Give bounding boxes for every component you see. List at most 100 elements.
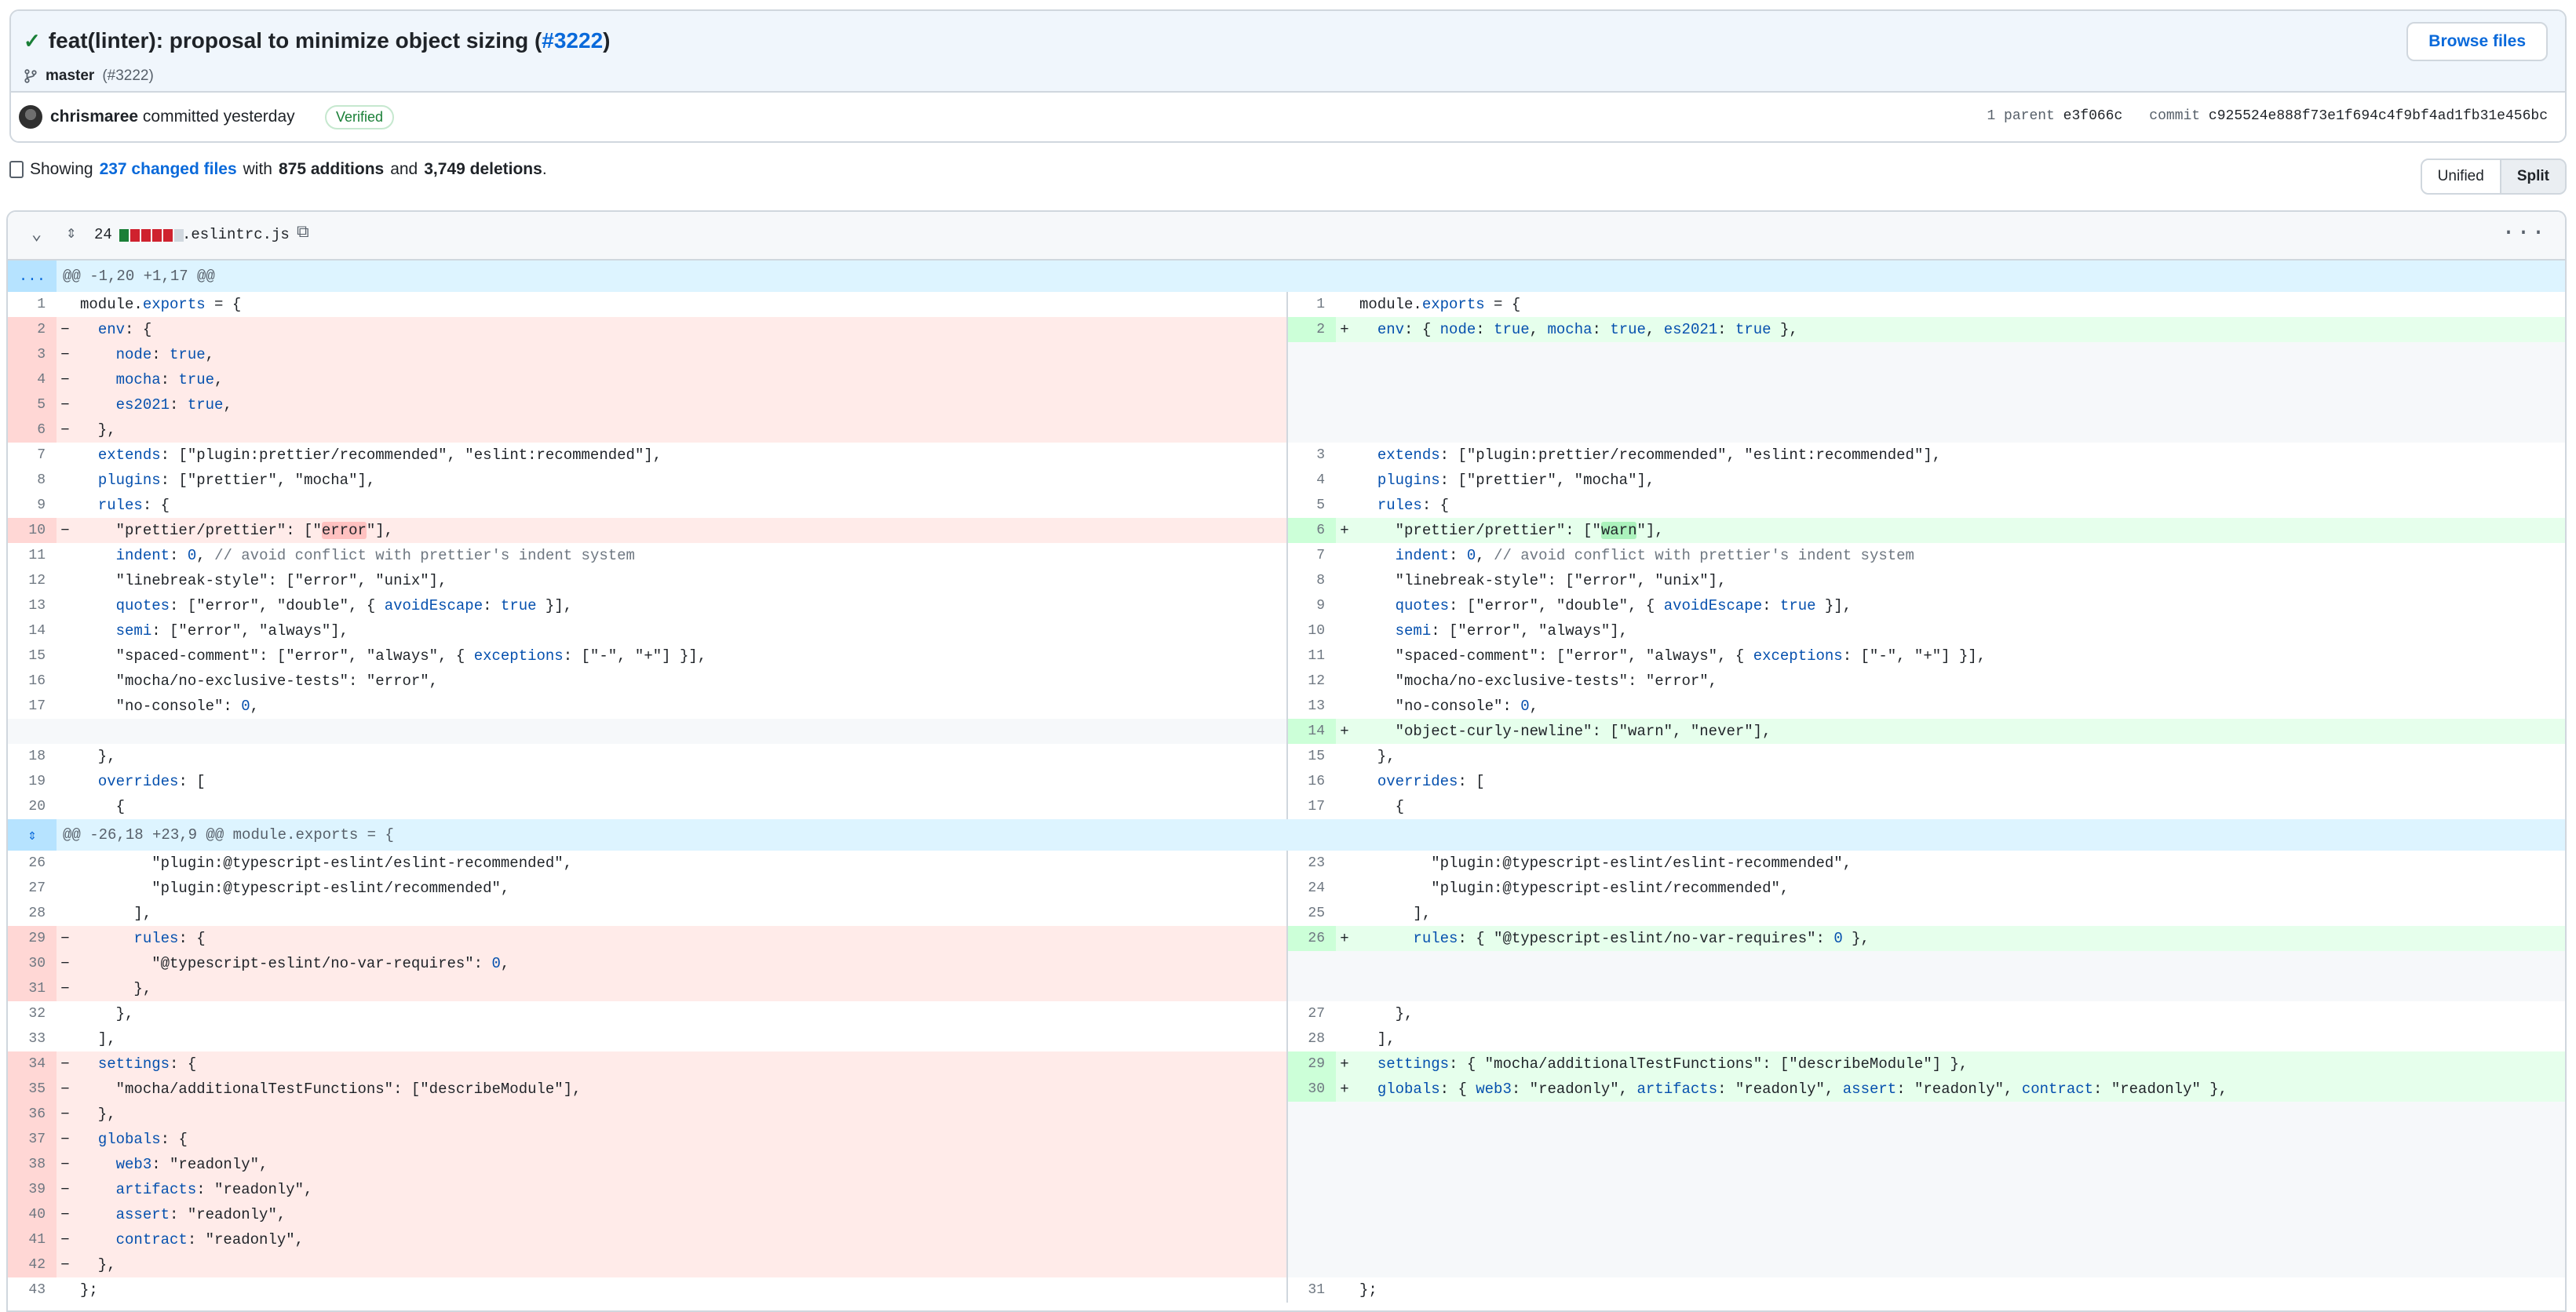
right-line-number[interactable]: 17 (1287, 794, 1336, 819)
right-line-number[interactable]: 30 (1287, 1077, 1336, 1102)
left-line-number[interactable]: 15 (8, 643, 57, 669)
right-line-number[interactable]: 5 (1287, 493, 1336, 518)
author-name[interactable]: chrismaree (50, 108, 138, 126)
right-line-number[interactable]: 15 (1287, 744, 1336, 769)
left-line-number[interactable]: 16 (8, 669, 57, 694)
right-line-number[interactable]: 2 (1287, 317, 1336, 342)
file-name[interactable]: .eslintrc.js (182, 226, 290, 243)
commit-info: commit c925524e888f73e1f694c4f9bf4ad1fb3… (2149, 108, 2548, 124)
left-line-number[interactable]: 2 (8, 317, 57, 342)
left-line-number[interactable]: 18 (8, 744, 57, 769)
left-line-number[interactable]: 19 (8, 769, 57, 794)
right-line-number[interactable] (1287, 976, 1336, 1001)
left-line-number[interactable]: 5 (8, 392, 57, 417)
right-line-number[interactable]: 4 (1287, 468, 1336, 493)
right-line-number[interactable] (1287, 1227, 1336, 1252)
copy-icon[interactable]: ⧉ (297, 223, 309, 242)
split-view-button[interactable]: Split (2499, 160, 2565, 193)
left-line-number[interactable]: 27 (8, 876, 57, 901)
left-line-number[interactable]: 7 (8, 443, 57, 468)
left-line-number[interactable]: 6 (8, 417, 57, 443)
right-line-number[interactable]: 31 (1287, 1277, 1336, 1303)
left-line-number[interactable]: 9 (8, 493, 57, 518)
right-line-number[interactable] (1287, 951, 1336, 976)
left-line-number[interactable]: 11 (8, 543, 57, 568)
right-line-number[interactable]: 7 (1287, 543, 1336, 568)
left-line-number[interactable]: 8 (8, 468, 57, 493)
changed-files-link[interactable]: 237 changed files (100, 160, 237, 179)
left-line-number[interactable]: 33 (8, 1026, 57, 1051)
left-code-line: }, (74, 1252, 1288, 1277)
left-line-number[interactable]: 39 (8, 1177, 57, 1202)
right-line-number[interactable] (1287, 1152, 1336, 1177)
right-line-number[interactable]: 9 (1287, 593, 1336, 618)
left-line-number[interactable]: 40 (8, 1202, 57, 1227)
left-line-number[interactable]: 28 (8, 901, 57, 926)
right-line-number[interactable] (1287, 1202, 1336, 1227)
right-line-number[interactable]: 27 (1287, 1001, 1336, 1026)
left-line-number[interactable]: 30 (8, 951, 57, 976)
left-line-number[interactable] (8, 719, 57, 744)
left-line-number[interactable]: 36 (8, 1102, 57, 1127)
right-line-number[interactable]: 26 (1287, 926, 1336, 951)
right-line-number[interactable]: 6 (1287, 518, 1336, 543)
ellipsis-icon[interactable]: ... (8, 261, 57, 292)
expand-icon[interactable]: ⇕ (8, 819, 57, 851)
left-line-number[interactable]: 26 (8, 851, 57, 876)
right-code-line: "prettier/prettier": ["warn"], (1353, 518, 2565, 543)
right-line-number[interactable] (1287, 367, 1336, 392)
left-diff-marker: − (57, 367, 74, 392)
expand-icon[interactable]: ⇕ (66, 223, 76, 243)
right-diff-marker (1336, 669, 1353, 694)
right-line-number[interactable] (1287, 392, 1336, 417)
avatar[interactable] (19, 105, 42, 129)
right-line-number[interactable]: 8 (1287, 568, 1336, 593)
right-line-number[interactable]: 28 (1287, 1026, 1336, 1051)
right-line-number[interactable]: 24 (1287, 876, 1336, 901)
right-line-number[interactable]: 3 (1287, 443, 1336, 468)
left-line-number[interactable]: 42 (8, 1252, 57, 1277)
right-line-number[interactable]: 1 (1287, 292, 1336, 317)
unified-view-button[interactable]: Unified (2422, 160, 2500, 193)
left-line-number[interactable]: 17 (8, 694, 57, 719)
right-line-number[interactable]: 11 (1287, 643, 1336, 669)
left-line-number[interactable]: 20 (8, 794, 57, 819)
left-line-number[interactable]: 34 (8, 1051, 57, 1077)
browse-files-button[interactable]: Browse files (2406, 22, 2548, 61)
left-line-number[interactable]: 32 (8, 1001, 57, 1026)
right-line-number[interactable]: 29 (1287, 1051, 1336, 1077)
left-line-number[interactable]: 38 (8, 1152, 57, 1177)
right-line-number[interactable]: 14 (1287, 719, 1336, 744)
left-line-number[interactable]: 31 (8, 976, 57, 1001)
left-line-number[interactable]: 3 (8, 342, 57, 367)
left-line-number[interactable]: 4 (8, 367, 57, 392)
verified-badge[interactable]: Verified (325, 105, 395, 129)
right-line-number[interactable] (1287, 1127, 1336, 1152)
right-line-number[interactable] (1287, 342, 1336, 367)
right-line-number[interactable]: 23 (1287, 851, 1336, 876)
parent-sha-link[interactable]: e3f066c (2063, 108, 2123, 124)
right-line-number[interactable]: 12 (1287, 669, 1336, 694)
right-line-number[interactable]: 13 (1287, 694, 1336, 719)
chevron-down-icon[interactable]: ⌄ (31, 224, 42, 245)
right-line-number[interactable]: 10 (1287, 618, 1336, 643)
left-line-number[interactable]: 12 (8, 568, 57, 593)
right-line-number[interactable] (1287, 1102, 1336, 1127)
left-line-number[interactable]: 13 (8, 593, 57, 618)
right-line-number[interactable]: 16 (1287, 769, 1336, 794)
right-line-number[interactable] (1287, 417, 1336, 443)
left-line-number[interactable]: 1 (8, 292, 57, 317)
left-line-number[interactable]: 35 (8, 1077, 57, 1102)
right-line-number[interactable] (1287, 1177, 1336, 1202)
kebab-horizontal-icon[interactable]: ··· (2501, 220, 2546, 246)
left-line-number[interactable]: 43 (8, 1277, 57, 1303)
right-line-number[interactable] (1287, 1252, 1336, 1277)
pr-link[interactable]: #3222 (542, 28, 603, 53)
left-line-number[interactable]: 29 (8, 926, 57, 951)
left-line-number[interactable]: 41 (8, 1227, 57, 1252)
left-line-number[interactable]: 10 (8, 518, 57, 543)
left-line-number[interactable]: 37 (8, 1127, 57, 1152)
left-line-number[interactable]: 14 (8, 618, 57, 643)
right-line-number[interactable]: 25 (1287, 901, 1336, 926)
branch-name[interactable]: master (46, 67, 94, 85)
